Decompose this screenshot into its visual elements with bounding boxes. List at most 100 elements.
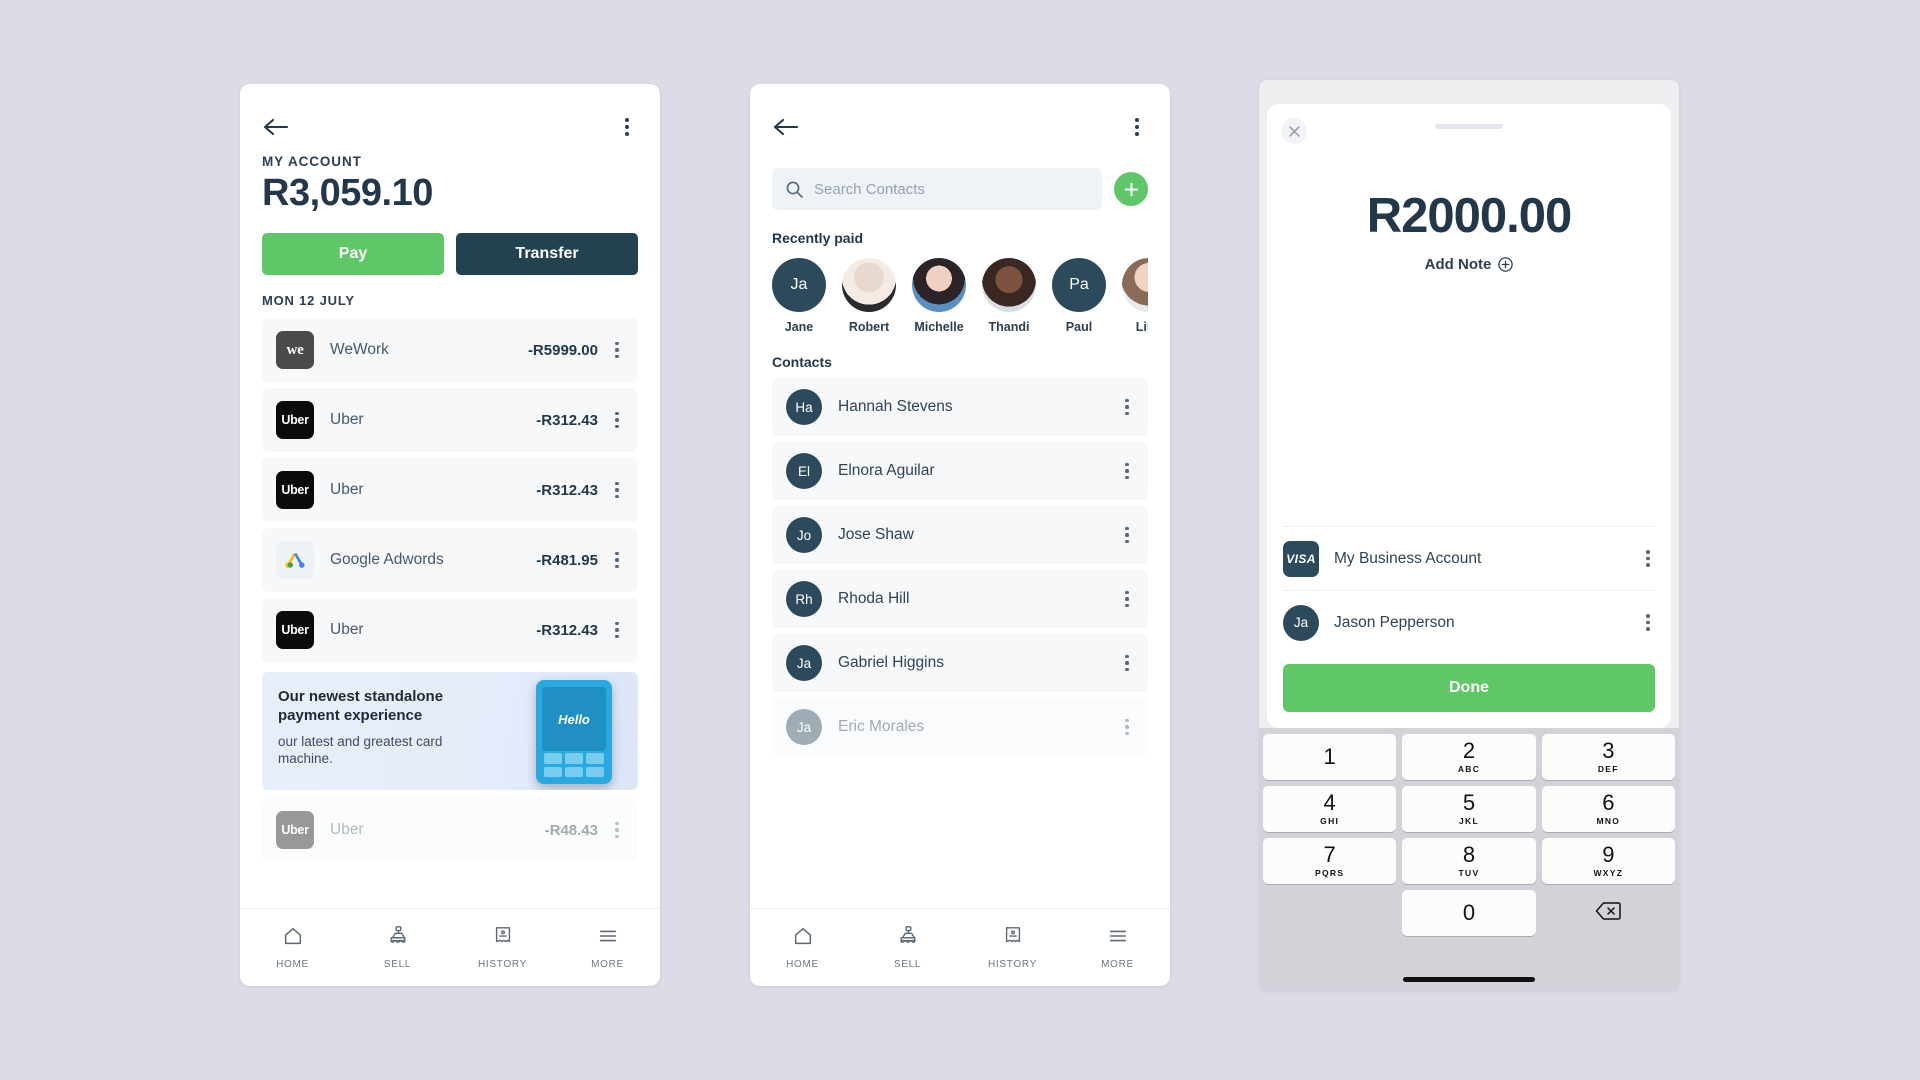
list-item[interactable]: Ja Gabriel Higgins: [772, 634, 1148, 692]
nav-item-history[interactable]: HISTORY: [450, 925, 555, 970]
numeric-keypad: 1 2 ABC 3 DEF 4 GHI 5 JKL 6 MNO 7 PQRS 8 TUV 9 WXYZ 0: [1259, 728, 1679, 990]
list-item[interactable]: Ha Hannah Stevens: [772, 378, 1148, 436]
back-arrow-icon[interactable]: [262, 114, 292, 140]
nav-item-history[interactable]: HISTORY: [960, 925, 1065, 970]
promo-banner[interactable]: Our newest standalone payment experience…: [262, 672, 638, 790]
kebab-menu-icon[interactable]: [1126, 114, 1148, 140]
row-kebab-icon[interactable]: [610, 341, 624, 359]
keypad-key-2[interactable]: 2 ABC: [1402, 734, 1536, 780]
avatar: [842, 258, 896, 312]
delete-key[interactable]: [1542, 890, 1675, 936]
add-contact-button[interactable]: [1114, 172, 1148, 206]
list-item[interactable]: El Elnora Aguilar: [772, 442, 1148, 500]
sheet-drag-handle[interactable]: [1435, 124, 1503, 129]
keypad-key-number: 5: [1462, 790, 1476, 815]
phone-account-screen: MY ACCOUNT R3,059.10 Pay Transfer MON 12…: [240, 84, 660, 986]
table-row[interactable]: Uber Uber -R312.43: [262, 458, 638, 522]
transaction-list: we WeWork -R5999.00 Uber Uber -R312.43 Uber Ube…: [240, 318, 660, 662]
row-kebab-icon[interactable]: [1641, 614, 1655, 631]
transfer-button[interactable]: Transfer: [456, 233, 638, 275]
avatar: [912, 258, 966, 312]
row-kebab-icon[interactable]: [610, 551, 624, 569]
row-kebab-icon[interactable]: [1120, 398, 1134, 416]
nav-item-label: SELL: [893, 959, 922, 970]
list-item[interactable]: Ja Eric Morales: [772, 698, 1148, 756]
nav-item-home[interactable]: HOME: [750, 925, 855, 970]
table-row[interactable]: Google Adwords -R481.95: [262, 528, 638, 592]
row-kebab-icon[interactable]: [1120, 526, 1134, 544]
table-row[interactable]: Uber Uber -R312.43: [262, 388, 638, 452]
avatar: El: [786, 453, 822, 489]
list-item[interactable]: Jo Jose Shaw: [772, 506, 1148, 564]
keypad-key-9[interactable]: 9 WXYZ: [1541, 838, 1675, 884]
payment-sheet: R2000.00 Add Note VISA My Business Accoun…: [1267, 104, 1671, 728]
sell-icon: [387, 925, 409, 952]
card-machine-screen: Hello: [542, 687, 606, 751]
transaction-list-overflow: Uber Uber -R48.43: [240, 798, 660, 862]
contact-name: Eric Morales: [838, 718, 925, 735]
avatar: [1122, 258, 1148, 312]
action-buttons: Pay Transfer: [262, 233, 638, 275]
nav-item-home[interactable]: HOME: [240, 925, 345, 970]
add-note-button[interactable]: Add Note: [1425, 256, 1514, 273]
keypad-key-0[interactable]: 0: [1402, 890, 1536, 936]
row-kebab-icon[interactable]: [1120, 718, 1134, 736]
done-button[interactable]: Done: [1283, 664, 1655, 712]
row-kebab-icon[interactable]: [1641, 550, 1655, 567]
recent-contact[interactable]: Robert: [842, 258, 896, 334]
search-input[interactable]: [814, 180, 1088, 198]
keypad-key-1[interactable]: 1: [1263, 734, 1397, 780]
search-box[interactable]: [772, 168, 1102, 210]
keypad-key-6[interactable]: 6 MNO: [1541, 786, 1675, 832]
payment-recipient-row[interactable]: Ja Jason Pepperson: [1283, 590, 1655, 654]
recent-contact-name: Paul: [1065, 320, 1093, 334]
recent-contact[interactable]: Ja Jane: [772, 258, 826, 334]
history-icon: [492, 925, 514, 952]
nav-item-label: HISTORY: [988, 959, 1037, 970]
row-kebab-icon[interactable]: [610, 411, 624, 429]
payment-rows: VISA My Business Account Ja Jason Pepperson…: [1283, 526, 1655, 712]
home-indicator: [1403, 977, 1535, 982]
avatar: Ja: [786, 645, 822, 681]
keypad-key-5[interactable]: 5 JKL: [1402, 786, 1536, 832]
table-row[interactable]: Uber Uber -R312.43: [262, 598, 638, 662]
back-arrow-icon[interactable]: [772, 114, 802, 140]
transaction-amount: -R312.43: [536, 621, 598, 639]
keypad-key-8[interactable]: 8 TUV: [1402, 838, 1536, 884]
nav-item-sell[interactable]: SELL: [855, 925, 960, 970]
recently-paid-title: Recently paid: [772, 230, 864, 246]
row-kebab-icon[interactable]: [610, 821, 624, 839]
keypad-key-letters: MNO: [1596, 816, 1621, 826]
pay-button[interactable]: Pay: [262, 233, 444, 275]
nav-item-more[interactable]: MORE: [555, 925, 660, 970]
phone1-header: MY ACCOUNT R3,059.10 Pay Transfer MON 12…: [240, 84, 660, 308]
row-kebab-icon[interactable]: [1120, 590, 1134, 608]
row-kebab-icon[interactable]: [610, 481, 624, 499]
delete-icon: [1595, 901, 1622, 926]
payment-method-row[interactable]: VISA My Business Account: [1283, 526, 1655, 590]
keypad-key-3[interactable]: 3 DEF: [1541, 734, 1675, 780]
kebab-menu-icon[interactable]: [616, 114, 638, 140]
keypad-key-7[interactable]: 7 PQRS: [1263, 838, 1397, 884]
sell-icon: [897, 925, 919, 952]
row-kebab-icon[interactable]: [1120, 462, 1134, 480]
recent-contact[interactable]: Michelle: [912, 258, 966, 334]
nav-item-more[interactable]: MORE: [1065, 925, 1170, 970]
list-item[interactable]: Rh Rhoda Hill: [772, 570, 1148, 628]
close-icon[interactable]: [1281, 118, 1307, 144]
row-kebab-icon[interactable]: [1120, 654, 1134, 672]
phone2-header: Recently paid Ja Jane Robert Michelle Thandi…: [750, 84, 1170, 370]
keypad-key-4[interactable]: 4 GHI: [1263, 786, 1397, 832]
recent-contact[interactable]: Lind: [1122, 258, 1148, 334]
nav-item-sell[interactable]: SELL: [345, 925, 450, 970]
table-row[interactable]: we WeWork -R5999.00: [262, 318, 638, 382]
avatar: Rh: [786, 581, 822, 617]
recent-contact[interactable]: Pa Paul: [1052, 258, 1106, 334]
uber-logo: Uber: [276, 471, 314, 509]
recent-contact[interactable]: Thandi: [982, 258, 1036, 334]
table-row[interactable]: Uber Uber -R48.43: [262, 798, 638, 862]
transaction-name: Uber: [330, 621, 364, 638]
row-kebab-icon[interactable]: [610, 621, 624, 639]
payment-row-name: Jason Pepperson: [1334, 613, 1455, 631]
keypad-key-number: 7: [1323, 842, 1336, 867]
